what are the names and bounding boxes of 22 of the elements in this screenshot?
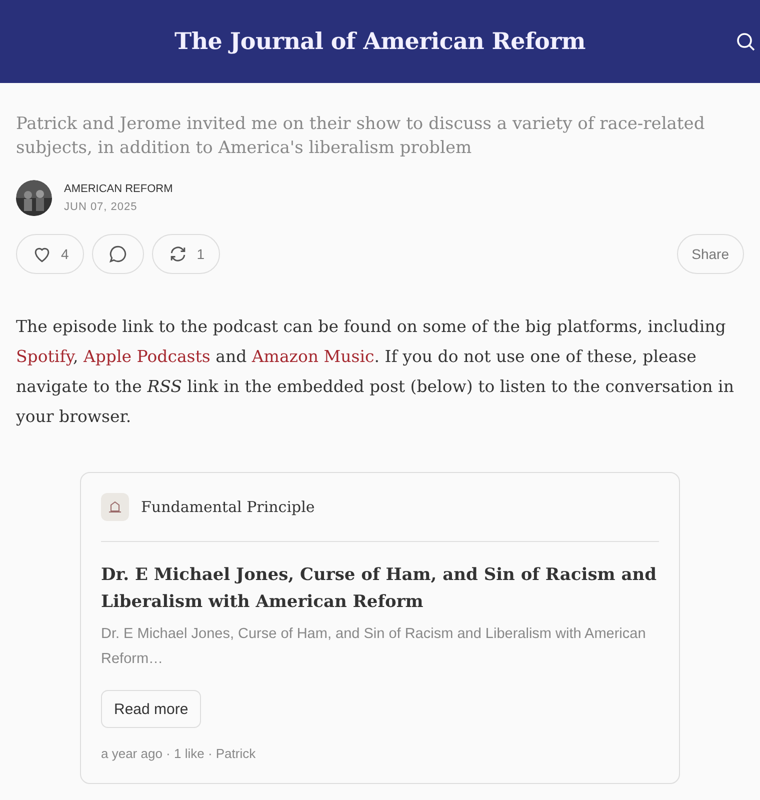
author-name[interactable]: AMERICAN REFORM — [64, 183, 173, 195]
comment-button[interactable] — [92, 234, 144, 274]
embedded-post-meta: a year ago · 1 like · Patrick — [101, 746, 257, 761]
share-button[interactable]: Share — [676, 234, 744, 274]
restack-button[interactable]: 1 — [152, 234, 220, 274]
read-more-button[interactable]: Read more — [101, 690, 202, 728]
embedded-post-excerpt: Dr. E Michael Jones, Curse of Ham, and Sin of Racism and Liberalism with American Reform… — [101, 625, 647, 669]
publication-name: Fundamental Principle — [141, 498, 315, 516]
link[interactable]: Amazon Music — [252, 347, 374, 366]
like-button[interactable]: 4 — [16, 234, 84, 274]
link[interactable]: Apple Podcasts — [83, 347, 210, 366]
post-subtitle: Patrick and Jerome invited me on their show to discuss a variety of race-related subjects, in addition to America's liberalism problem — [16, 113, 706, 160]
embedded-post-card[interactable] — [80, 472, 680, 784]
search-icon[interactable] — [736, 32, 756, 52]
link[interactable]: Spotify — [16, 347, 73, 366]
embedded-post-title[interactable]: Dr. E Michael Jones, Curse of Ham, and Sin of Racism and Liberalism with American Reform — [101, 562, 659, 616]
site-title[interactable]: The Journal of American Reform — [174, 28, 586, 55]
post-date: JUN 07, 2025 — [64, 201, 138, 213]
avatar[interactable] — [16, 180, 52, 216]
publication-logo — [101, 493, 129, 521]
body-paragraph: The episode link to the podcast can be found on some of the big platforms, including Spotify, Apple Podcasts and Amazon Music. If you do not use one of these, please navigate to the RSS link in the embedded post (below) to listen to the conversation in your browser. — [16, 316, 735, 428]
speech-bubble-icon — [106, 243, 129, 265]
